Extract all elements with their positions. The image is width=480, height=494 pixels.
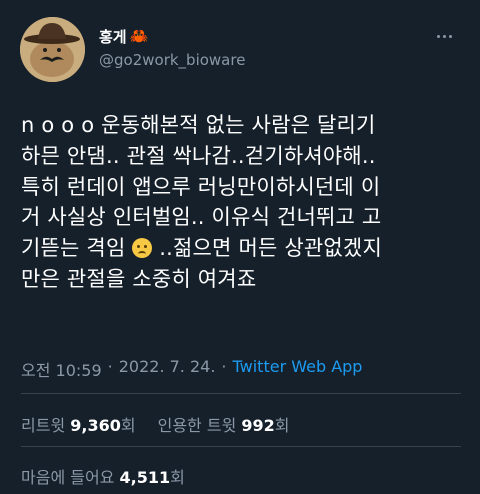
cowboy-avatar-icon <box>20 17 85 82</box>
tweet-source-link[interactable]: Twitter Web App <box>233 357 363 381</box>
tweet-line: 거 사실상 인터벌임.. 이유식 건너뛰고 고 <box>21 205 382 230</box>
avatar[interactable] <box>20 17 85 82</box>
tweet-line: ..젊으면 머든 상관없겠지 <box>159 236 382 261</box>
tweet-line: 만은 관절을 소중히 여겨죠 <box>21 266 257 291</box>
retweets-label: 리트윗 <box>21 416 66 435</box>
stat-gap <box>136 412 158 436</box>
meta-separator: · <box>107 357 113 376</box>
quotes-stat[interactable]: 인용한 트윗 992회 <box>158 412 290 436</box>
crab-icon: 🦀 <box>129 27 149 45</box>
likes-unit: 회 <box>170 468 185 487</box>
tweet-line-with-emoji: 기뜯는 격임 ..젊으면 머든 상관없겠지 <box>21 233 466 264</box>
user-handle[interactable]: @go2work_bioware <box>99 51 245 69</box>
tweet-date[interactable]: 2022. 7. 24. <box>119 357 216 381</box>
divider <box>21 393 461 394</box>
tweet-meta: 오전 10:59 · 2022. 7. 24. · Twitter Web Ap… <box>21 357 362 381</box>
divider <box>21 446 461 447</box>
likes-count: 4,511 <box>119 468 171 487</box>
quotes-label: 인용한 트윗 <box>157 416 237 435</box>
crying-face-icon <box>132 238 153 259</box>
tweet-line: 하믄 안댐.. 관절 싹나감..걷기하셔야해.. <box>21 143 376 168</box>
quotes-unit: 회 <box>274 416 290 435</box>
more-options-icon[interactable] <box>432 28 456 44</box>
retweets-unit: 회 <box>120 416 136 435</box>
tweet-line: 기뜯는 격임 <box>21 236 126 261</box>
meta-separator: · <box>221 357 227 376</box>
tweet-stats: 리트윗 9,360회 인용한 트윗 992회 <box>21 412 290 436</box>
quotes-count: 992 <box>241 416 275 435</box>
display-name[interactable]: 홍게 <box>99 26 127 47</box>
tweet-time[interactable]: 오전 10:59 <box>21 357 102 381</box>
retweets-count: 9,360 <box>70 416 121 435</box>
author-name-row[interactable]: 홍게 🦀 <box>99 26 148 47</box>
tweet-line: n o o o 운동해본적 없는 사람은 달리기 <box>21 113 376 137</box>
tweet-text: n o o o 운동해본적 없는 사람은 달리기 하믄 안댐.. 관절 싹나감.… <box>21 110 466 295</box>
tweet-line: 특히 런데이 앱으루 러닝만이하시던데 이 <box>21 174 381 199</box>
likes-stat[interactable]: 마음에 들어요 4,511회 <box>21 464 185 488</box>
likes-label: 마음에 들어요 <box>21 468 115 487</box>
retweets-stat[interactable]: 리트윗 9,360회 <box>21 412 136 436</box>
